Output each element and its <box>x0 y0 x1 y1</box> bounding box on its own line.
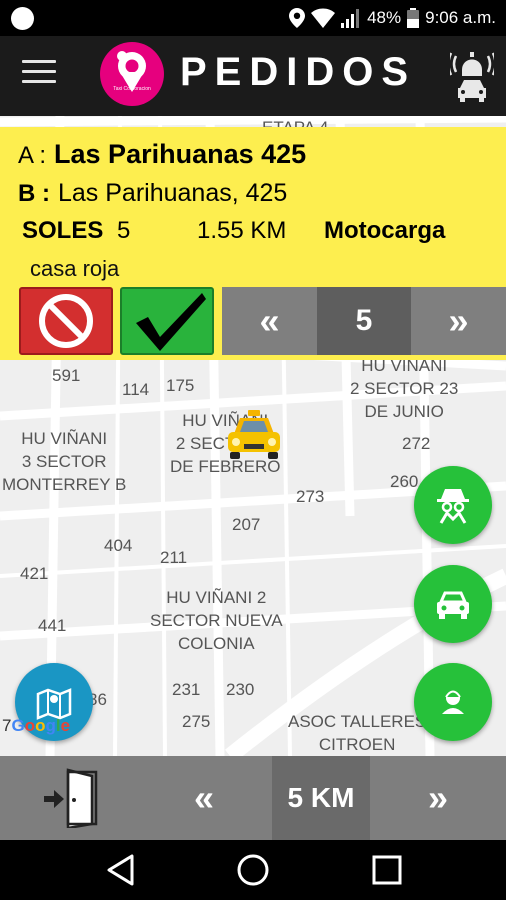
radius-increase-button[interactable]: » <box>370 756 506 840</box>
battery-icon <box>407 8 420 28</box>
reject-button[interactable] <box>19 287 113 355</box>
map-label: HU VIÑANI 3 SECTOR MONTERREY B <box>2 429 127 494</box>
map-label: 591 <box>52 366 81 385</box>
order-next-button[interactable]: » <box>411 287 506 355</box>
logo-pin-icon <box>117 51 146 92</box>
map-label: 441 <box>38 616 67 635</box>
order-stepper: « 5 » <box>222 287 506 355</box>
distance-value: 1.55 KM <box>197 217 287 244</box>
recents-icon[interactable] <box>370 853 404 887</box>
price-value: 5 <box>117 217 131 244</box>
map-label: 404 <box>104 536 133 555</box>
spy-button[interactable] <box>414 466 492 544</box>
destination-address: Las Parihuanas, 425 <box>58 179 288 207</box>
search-radius: 5 KM <box>272 756 370 840</box>
battery-percent: 48% <box>367 8 402 27</box>
logo-text: Taxi Corporacion <box>113 86 151 92</box>
prohibited-icon <box>39 294 93 348</box>
signal-icon <box>341 9 360 28</box>
car-icon <box>437 591 469 619</box>
map-label: 231 <box>172 680 201 699</box>
bottom-bar: « 5 KM » <box>0 756 506 840</box>
map-label: 260 <box>390 472 419 491</box>
order-note: casa roja <box>30 256 120 281</box>
driver-button[interactable] <box>414 663 492 741</box>
order-count: 5 <box>317 287 411 355</box>
exit-door-icon <box>44 768 98 828</box>
pickup-address: Las Parihuanas 425 <box>54 139 307 169</box>
status-bar-right: 48% 9:06 a.m. <box>289 6 496 30</box>
order-prev-button[interactable]: « <box>222 287 317 355</box>
vehicle-type: Motocarga <box>324 217 446 244</box>
back-icon[interactable] <box>104 853 138 887</box>
location-icon <box>289 8 306 28</box>
driver-icon <box>442 690 464 714</box>
map-label: HU VIÑANI 2 SECTOR 23 DE JUNIO <box>350 356 459 421</box>
exit-button[interactable] <box>0 756 136 840</box>
price-label: SOLES <box>22 217 104 244</box>
map-label: 275 <box>182 712 211 731</box>
menu-icon[interactable] <box>22 60 56 90</box>
map-label: 114 <box>122 380 150 399</box>
pickup-label: A : <box>18 142 47 169</box>
accept-button[interactable] <box>120 287 214 355</box>
map-label: 272 <box>402 434 431 453</box>
destination-line: B : Las Parihuanas, 425 <box>18 179 287 208</box>
checkmark-icon <box>136 293 206 351</box>
system-nav-bar <box>0 840 506 900</box>
notification-dot-icon <box>11 7 34 30</box>
map-label: 273 <box>296 487 325 506</box>
status-bar: 48% 9:06 a.m. <box>0 0 506 36</box>
app-bar: Taxi Corporacion PEDIDOS <box>0 36 506 116</box>
car-button[interactable] <box>414 565 492 643</box>
map-label: 207 <box>232 515 261 534</box>
map-label: HU VIÑANI 2 SECTOR NUEVA COLONIA <box>150 588 283 653</box>
wifi-icon <box>311 8 336 28</box>
alarm-car-icon[interactable] <box>450 46 494 102</box>
order-panel: A : Las Parihuanas 425 B : Las Parihuanas,… <box>0 127 506 360</box>
order-info: SOLES 5 1.55 KM Motocarga <box>22 217 492 247</box>
clock: 9:06 a.m. <box>425 8 496 27</box>
map-label: ASOC TALLERES CITROEN <box>288 712 427 754</box>
home-icon[interactable] <box>236 853 270 887</box>
map-label: 421 <box>20 564 49 583</box>
app-logo: Taxi Corporacion <box>100 42 164 106</box>
map-label: 230 <box>226 680 255 699</box>
map-label: 211 <box>160 548 188 567</box>
taxi-marker-icon[interactable] <box>224 410 284 460</box>
map-label: 175 <box>166 376 195 395</box>
radius-decrease-button[interactable]: « <box>136 756 272 840</box>
destination-label: B : <box>18 180 50 207</box>
google-attribution: 7Google <box>2 716 71 735</box>
spy-agent-icon <box>437 489 469 524</box>
pickup-line: A : Las Parihuanas 425 <box>18 139 306 170</box>
page-title: PEDIDOS <box>180 50 417 94</box>
